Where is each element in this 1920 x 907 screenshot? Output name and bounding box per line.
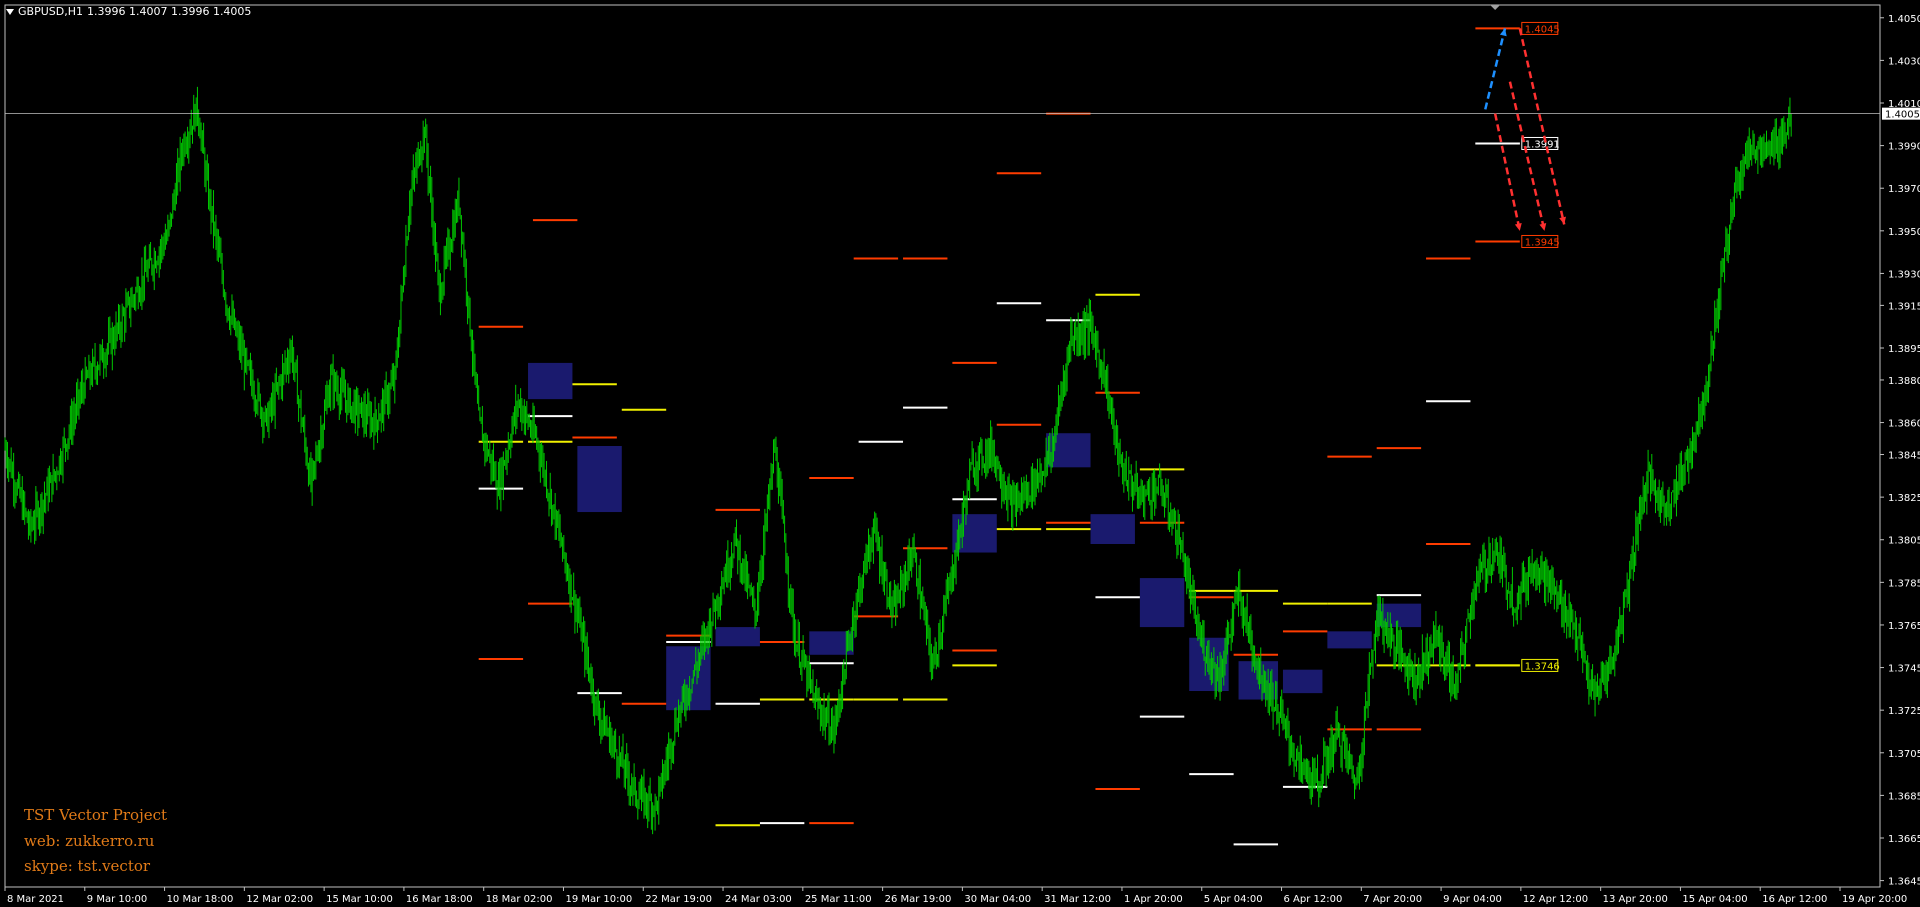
price-axis-label: 1.4030 bbox=[1888, 56, 1920, 67]
time-axis-label: 7 Apr 20:00 bbox=[1363, 894, 1422, 905]
price-axis-label: 1.3915 bbox=[1888, 301, 1920, 312]
time-axis-label: 15 Mar 10:00 bbox=[326, 894, 393, 905]
price-axis-label: 1.3950 bbox=[1888, 227, 1920, 238]
time-axis-label: 25 Mar 11:00 bbox=[805, 894, 872, 905]
time-axis-label: 22 Mar 19:00 bbox=[645, 894, 712, 905]
target-tag-label: 1.3945 bbox=[1525, 237, 1560, 248]
price-axis-label: 1.3765 bbox=[1888, 621, 1920, 632]
price-axis-label: 1.3990 bbox=[1888, 142, 1920, 153]
price-axis-label: 1.3645 bbox=[1888, 877, 1920, 888]
price-axis-label: 1.4050 bbox=[1888, 14, 1920, 25]
time-axis-label: 10 Mar 18:00 bbox=[167, 894, 234, 905]
time-axis-label: 9 Apr 04:00 bbox=[1443, 894, 1502, 905]
consolidation-zone bbox=[715, 627, 760, 647]
target-tag-label: 1.4045 bbox=[1525, 24, 1560, 35]
forecast-arrowhead-icon bbox=[1514, 223, 1522, 231]
forecast-arrowhead-icon bbox=[1539, 223, 1547, 231]
time-axis-label: 9 Mar 10:00 bbox=[87, 894, 147, 905]
consolidation-zone bbox=[1090, 514, 1135, 544]
time-axis-label: 12 Apr 12:00 bbox=[1523, 894, 1588, 905]
price-axis-label: 1.3930 bbox=[1888, 269, 1920, 280]
time-axis-label: 31 Mar 12:00 bbox=[1044, 894, 1111, 905]
time-axis-label: 8 Mar 2021 bbox=[7, 894, 64, 905]
symbol-name: GBPUSD,H1 bbox=[18, 5, 83, 18]
time-axis-label: 5 Apr 04:00 bbox=[1204, 894, 1263, 905]
price-axis-label: 1.3825 bbox=[1888, 493, 1920, 504]
time-axis-label: 18 Mar 02:00 bbox=[486, 894, 553, 905]
forecast-arrow-line bbox=[1493, 113, 1522, 232]
time-axis-label: 6 Apr 12:00 bbox=[1284, 894, 1343, 905]
price-axis-label: 1.3665 bbox=[1888, 834, 1920, 845]
consolidation-zone bbox=[528, 362, 573, 400]
chart-window[interactable]: 1.4050 1.4030 1.4010 1.3990 1.3970 1.3950 1.39… bbox=[0, 0, 1920, 907]
consolidation-zone bbox=[1327, 631, 1372, 649]
time-axis-label: 26 Mar 19:00 bbox=[885, 894, 952, 905]
time-axis-label: 24 Mar 03:00 bbox=[725, 894, 792, 905]
target-tag-label: 1.3746 bbox=[1525, 661, 1560, 672]
info-website: web: zukkerro.ru bbox=[24, 832, 155, 850]
current-price-value: 1.4005 bbox=[1885, 110, 1920, 121]
price-axis-label: 1.3860 bbox=[1888, 419, 1920, 430]
time-axis-label: 16 Mar 18:00 bbox=[406, 894, 473, 905]
price-axis-label: 1.3880 bbox=[1888, 376, 1920, 387]
target-tag-label: 1.3991 bbox=[1525, 139, 1560, 150]
forecast-arrow-line bbox=[1484, 28, 1507, 110]
consolidation-zone bbox=[1139, 578, 1185, 628]
info-project-name: TST Vector Project bbox=[24, 806, 168, 824]
price-axis-label: 1.3725 bbox=[1888, 706, 1920, 717]
time-axis-label: 1 Apr 20:00 bbox=[1124, 894, 1183, 905]
forecast-arrow-line bbox=[1518, 28, 1566, 225]
price-axis-label: 1.3895 bbox=[1888, 344, 1920, 355]
symbol-header: GBPUSD,H1 1.3996 1.4007 1.3996 1.4005 bbox=[6, 5, 251, 18]
info-skype: skype: tst.vector bbox=[24, 857, 151, 875]
price-axis-label: 1.3845 bbox=[1888, 451, 1920, 462]
price-axis-label: 1.3685 bbox=[1888, 791, 1920, 802]
time-axis-label: 19 Mar 10:00 bbox=[565, 894, 632, 905]
price-axis-label: 1.3970 bbox=[1888, 184, 1920, 195]
chart-menu-arrow-icon[interactable] bbox=[6, 8, 14, 15]
time-axis-label: 12 Mar 02:00 bbox=[246, 894, 313, 905]
ohlc-values: 1.3996 1.4007 1.3996 1.4005 bbox=[86, 5, 252, 18]
price-axis-label: 1.3745 bbox=[1888, 664, 1920, 675]
time-axis-label: 13 Apr 20:00 bbox=[1603, 894, 1668, 905]
plot-frame bbox=[4, 4, 1881, 888]
time-axis-label: 19 Apr 20:00 bbox=[1842, 894, 1907, 905]
time-axis-label: 16 Apr 12:00 bbox=[1762, 894, 1827, 905]
price-chart[interactable]: 1.40501.40301.40101.39901.39701.39501.39… bbox=[0, 0, 1920, 907]
consolidation-zone bbox=[577, 446, 622, 513]
price-axis-label: 1.3705 bbox=[1888, 749, 1920, 760]
chart-shift-marker-icon[interactable] bbox=[1490, 5, 1501, 10]
price-axis-label: 1.3785 bbox=[1888, 578, 1920, 589]
time-axis-label: 15 Apr 04:00 bbox=[1682, 894, 1747, 905]
price-axis-label: 1.3805 bbox=[1888, 536, 1920, 547]
forecast-arrow-line bbox=[1508, 81, 1546, 232]
time-axis-label: 30 Mar 04:00 bbox=[964, 894, 1031, 905]
consolidation-zone bbox=[1282, 669, 1323, 694]
